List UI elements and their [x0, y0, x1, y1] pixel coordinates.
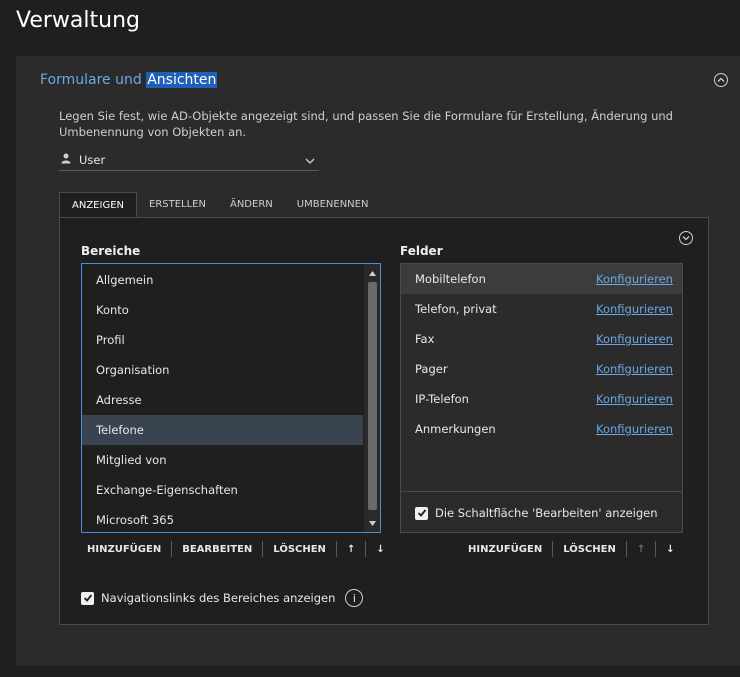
areas-move-down-button[interactable]: ↓	[366, 544, 394, 555]
list-item[interactable]: Organisation	[82, 355, 363, 385]
chevron-down-icon	[305, 153, 315, 167]
areas-list[interactable]: Allgemein Konto Profil Organisation Adre…	[81, 263, 381, 533]
list-item-selected[interactable]: Telefone	[82, 415, 363, 445]
areas-edit-button[interactable]: BEARBEITEN	[172, 544, 262, 555]
list-item[interactable]: Allgemein	[82, 265, 363, 295]
field-name: Pager	[415, 362, 448, 376]
areas-scrollbar[interactable]	[364, 264, 380, 532]
info-icon[interactable]: i	[345, 589, 364, 607]
field-row[interactable]: IP-Telefon Konfigurieren	[401, 384, 682, 414]
checkbox-checked-icon[interactable]	[415, 506, 428, 520]
scroll-down-arrow-icon[interactable]	[367, 518, 377, 528]
list-item[interactable]: Exchange-Eigenschaften	[82, 475, 363, 505]
field-name: Telefon, privat	[415, 302, 497, 316]
configure-link[interactable]: Konfigurieren	[596, 414, 673, 444]
tab-anzeigen[interactable]: ANZEIGEN	[59, 192, 137, 218]
panel-collapse-icon[interactable]	[679, 231, 693, 245]
object-type-select[interactable]: User	[59, 150, 319, 171]
areas-add-button[interactable]: HINZUFÜGEN	[77, 544, 171, 555]
field-name: Mobiltelefon	[415, 272, 486, 286]
edit-button-checkbox-label: Die Schaltfläche 'Bearbeiten' anzeigen	[435, 506, 658, 520]
fields-divider	[401, 491, 682, 492]
areas-move-up-button[interactable]: ↑	[337, 544, 365, 555]
fields-button-bar: HINZUFÜGEN LÖSCHEN ↑ ↓	[458, 539, 685, 559]
section-title-highlight: Ansichten	[146, 72, 218, 88]
field-name: Anmerkungen	[415, 422, 496, 436]
scroll-thumb[interactable]	[368, 282, 377, 510]
tab-bar: ANZEIGEN ERSTELLEN ÄNDERN UMBENENNEN	[59, 192, 380, 218]
fields-move-up-button[interactable]: ↑	[627, 544, 655, 555]
section-description: Legen Sie fest, wie AD-Objekte angezeigt…	[59, 109, 673, 139]
section-collapse-icon[interactable]	[714, 73, 728, 87]
edit-button-checkbox-row[interactable]: Die Schaltfläche 'Bearbeiten' anzeigen	[415, 506, 658, 520]
user-icon	[61, 153, 71, 167]
field-row[interactable]: Telefon, privat Konfigurieren	[401, 294, 682, 324]
tab-erstellen[interactable]: ERSTELLEN	[137, 192, 218, 218]
field-name: IP-Telefon	[415, 392, 469, 406]
fields-move-down-button[interactable]: ↓	[656, 544, 684, 555]
list-item[interactable]: Konto	[82, 295, 363, 325]
nav-links-checkbox-label: Navigationslinks des Bereiches anzeigen	[101, 591, 336, 605]
field-name: Fax	[415, 332, 435, 346]
configure-link[interactable]: Konfigurieren	[596, 324, 673, 354]
tab-umbenennen[interactable]: UMBENENNEN	[285, 192, 381, 218]
fields-list[interactable]: Mobiltelefon Konfigurieren Telefon, priva…	[400, 263, 683, 533]
scroll-up-arrow-icon[interactable]	[367, 268, 377, 278]
checkbox-checked-icon[interactable]	[81, 591, 94, 605]
fields-delete-button[interactable]: LÖSCHEN	[553, 544, 626, 555]
fields-label: Felder	[400, 244, 443, 258]
field-row[interactable]: Pager Konfigurieren	[401, 354, 682, 384]
list-item[interactable]: Mitglied von	[82, 445, 363, 475]
section-title-plain: Formulare und	[40, 72, 147, 88]
page-title: Verwaltung	[16, 8, 140, 33]
configure-link[interactable]: Konfigurieren	[596, 264, 673, 294]
section-title: Formulare und Ansichten	[40, 72, 218, 88]
field-row[interactable]: Mobiltelefon Konfigurieren	[401, 264, 682, 294]
field-row[interactable]: Fax Konfigurieren	[401, 324, 682, 354]
areas-delete-button[interactable]: LÖSCHEN	[263, 544, 336, 555]
configure-link[interactable]: Konfigurieren	[596, 354, 673, 384]
list-item[interactable]: Microsoft 365	[82, 505, 363, 535]
list-item[interactable]: Profil	[82, 325, 363, 355]
tab-aendern[interactable]: ÄNDERN	[218, 192, 285, 218]
list-item[interactable]: Adresse	[82, 385, 363, 415]
configure-link[interactable]: Konfigurieren	[596, 294, 673, 324]
areas-label: Bereiche	[81, 244, 141, 258]
nav-links-checkbox-row[interactable]: Navigationslinks des Bereiches anzeigen …	[81, 589, 364, 607]
configure-link[interactable]: Konfigurieren	[596, 384, 673, 414]
areas-button-bar: HINZUFÜGEN BEARBEITEN LÖSCHEN ↑ ↓	[77, 539, 395, 559]
field-row[interactable]: Anmerkungen Konfigurieren	[401, 414, 682, 444]
object-type-value: User	[79, 153, 106, 167]
fields-add-button[interactable]: HINZUFÜGEN	[458, 544, 552, 555]
